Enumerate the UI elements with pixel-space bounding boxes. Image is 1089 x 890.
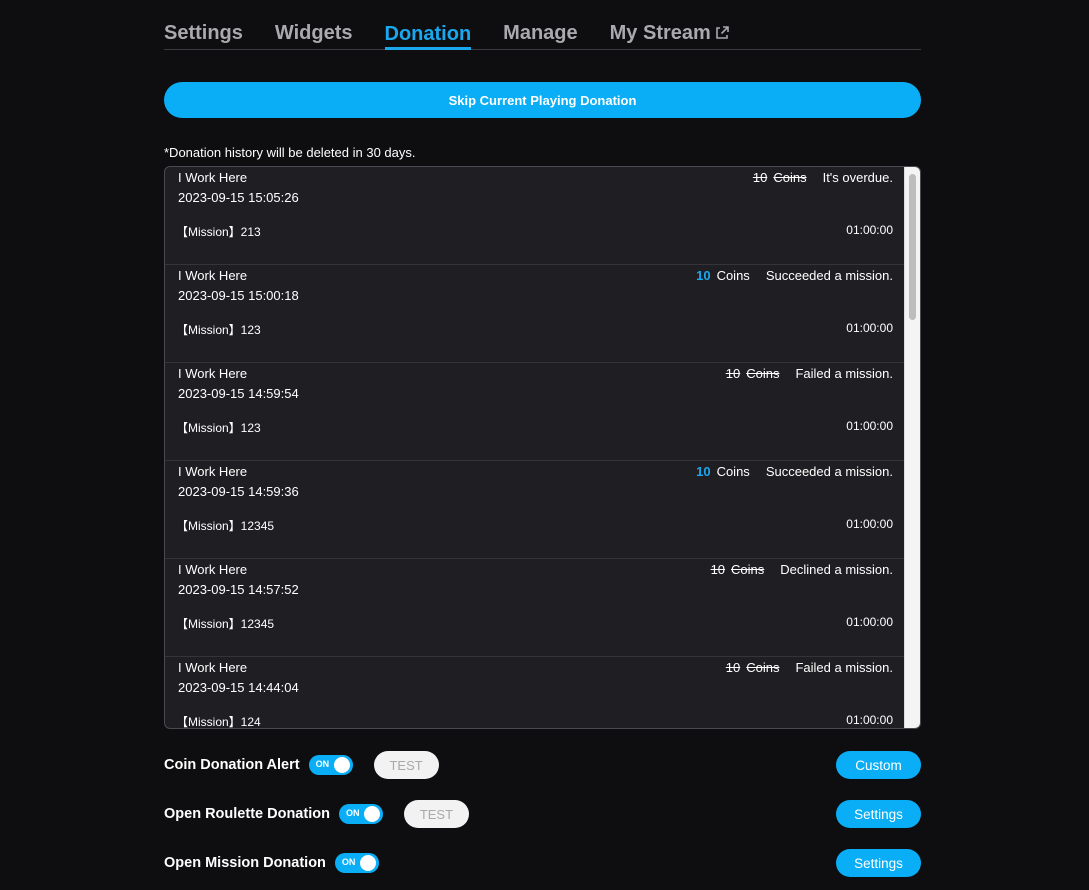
mission-title: 【Mission】123	[176, 421, 261, 435]
external-link-icon	[715, 26, 729, 39]
donation-page: Settings Widgets Donation Manage My Stre…	[164, 0, 921, 877]
donation-time: 2023-09-15 15:00:18	[178, 288, 299, 303]
history-notice: *Donation history will be deleted in 30 …	[164, 145, 416, 160]
toggle-state: ON	[341, 857, 356, 867]
history-item: I Work Here 2023-09-15 15:00:18 【Mission】1…	[165, 265, 905, 363]
mission-title: 【Mission】12345	[176, 617, 275, 631]
mission-title: 【Mission】123	[176, 323, 261, 337]
toggle-state: ON	[315, 759, 330, 769]
tab-settings[interactable]: Settings	[164, 22, 243, 49]
toggle-knob	[363, 806, 380, 822]
custom-button[interactable]: Custom	[836, 751, 921, 779]
mission-status: Failed a mission.	[795, 660, 893, 675]
coin-unit: Coins	[746, 366, 780, 381]
donation-time: 2023-09-15 14:59:54	[178, 386, 299, 401]
coin-amount: 10 Coins	[711, 562, 765, 577]
coin-unit: Coins	[773, 170, 807, 185]
history-item: I Work Here 2023-09-15 14:44:04 【Mission】1…	[165, 657, 905, 729]
mission-duration: 01:00:00	[846, 419, 893, 433]
mission-title: 【Mission】213	[176, 225, 261, 239]
donation-time: 2023-09-15 14:59:36	[178, 484, 299, 499]
donor-name: I Work Here	[178, 660, 248, 675]
history-scrollbar[interactable]	[904, 167, 920, 728]
mission-status: It's overdue.	[822, 170, 893, 185]
donor-name: I Work Here	[178, 464, 248, 479]
history-item: I Work Here 2023-09-15 14:59:54 【Mission】1…	[165, 363, 905, 461]
mission-donation-toggle[interactable]: ON	[334, 853, 379, 873]
donation-result: 10 Coins Succeeded a mission.	[696, 268, 893, 283]
donation-result: 10 Coins Failed a mission.	[726, 660, 893, 675]
row-label: Open Roulette Donation	[164, 806, 330, 822]
open-roulette-donation-row: Open Roulette Donation ON TEST Settings	[164, 799, 921, 829]
tab-manage[interactable]: Manage	[503, 22, 577, 49]
donation-history-list[interactable]: I Work Here 2023-09-15 15:05:26 【Mission】2…	[164, 166, 921, 729]
toggle-state: ON	[345, 808, 360, 818]
donation-result: 10 Coins Succeeded a mission.	[696, 464, 893, 479]
coin-amount: 10 Coins	[753, 170, 807, 185]
scroll-thumb[interactable]	[909, 174, 916, 320]
coin-donation-test-button[interactable]: TEST	[373, 751, 439, 779]
coin-count: 10	[696, 464, 711, 479]
mission-duration: 01:00:00	[846, 517, 893, 531]
mission-duration: 01:00:00	[846, 713, 893, 727]
history-item: I Work Here 2023-09-15 15:05:26 【Mission】2…	[165, 167, 905, 265]
donation-time: 2023-09-15 15:05:26	[178, 190, 299, 205]
roulette-settings-button[interactable]: Settings	[836, 800, 921, 828]
donation-time: 2023-09-15 14:57:52	[178, 582, 299, 597]
tab-label: Widgets	[274, 22, 353, 44]
donor-name: I Work Here	[178, 268, 248, 283]
roulette-test-button[interactable]: TEST	[403, 800, 469, 828]
coin-donation-alert-toggle[interactable]: ON	[308, 755, 353, 775]
roulette-donation-toggle[interactable]: ON	[338, 804, 383, 824]
mission-duration: 01:00:00	[846, 223, 893, 237]
skip-current-donation-button[interactable]: Skip Current Playing Donation	[164, 82, 921, 118]
mission-status: Declined a mission.	[780, 562, 893, 577]
tab-label: Donation	[384, 23, 472, 45]
mission-title: 【Mission】124	[176, 715, 261, 729]
tab-label: My Stream	[609, 22, 711, 44]
donation-time: 2023-09-15 14:44:04	[178, 680, 299, 695]
coin-unit: Coins	[716, 464, 750, 479]
donor-name: I Work Here	[178, 562, 248, 577]
tab-label: Manage	[503, 22, 578, 44]
donation-result: 10 Coins Failed a mission.	[726, 366, 893, 381]
coin-count: 10	[696, 268, 711, 283]
coin-unit: Coins	[716, 268, 750, 283]
toggle-knob	[333, 757, 350, 773]
row-label: Open Mission Donation	[164, 855, 326, 871]
tab-donation[interactable]: Donation	[384, 23, 472, 50]
mission-duration: 01:00:00	[846, 615, 893, 629]
donor-name: I Work Here	[178, 366, 248, 381]
donor-name: I Work Here	[178, 170, 248, 185]
coin-count: 10	[725, 366, 741, 381]
coin-amount: 10 Coins	[726, 366, 780, 381]
mission-status: Succeeded a mission.	[765, 268, 893, 283]
coin-amount: 10 Coins	[696, 268, 750, 283]
mission-status: Failed a mission.	[795, 366, 893, 381]
row-label: Coin Donation Alert	[164, 757, 300, 773]
coin-count: 10	[752, 170, 768, 185]
history-item: I Work Here 2023-09-15 14:59:36 【Mission】1…	[165, 461, 905, 559]
donation-result: 10 Coins It's overdue.	[753, 170, 893, 185]
tab-widgets[interactable]: Widgets	[275, 22, 353, 49]
tab-my-stream[interactable]: My Stream	[610, 22, 730, 49]
tab-bar: Settings Widgets Donation Manage My Stre…	[164, 0, 921, 50]
mission-settings-button[interactable]: Settings	[836, 849, 921, 877]
tab-label: Settings	[164, 22, 243, 44]
coin-count: 10	[725, 660, 741, 675]
coin-count: 10	[710, 562, 726, 577]
history-item: I Work Here 2023-09-15 14:57:52 【Mission】1…	[165, 559, 905, 657]
coin-unit: Coins	[746, 660, 780, 675]
history-items: I Work Here 2023-09-15 15:05:26 【Mission】2…	[165, 167, 905, 729]
toggle-knob	[359, 855, 376, 871]
mission-title: 【Mission】12345	[176, 519, 275, 533]
coin-unit: Coins	[731, 562, 765, 577]
mission-duration: 01:00:00	[846, 321, 893, 335]
coin-donation-alert-row: Coin Donation Alert ON TEST Custom	[164, 750, 921, 780]
coin-amount: 10 Coins	[726, 660, 780, 675]
donation-result: 10 Coins Declined a mission.	[711, 562, 893, 577]
open-mission-donation-row: Open Mission Donation ON Settings	[164, 848, 921, 878]
mission-status: Succeeded a mission.	[765, 464, 893, 479]
coin-amount: 10 Coins	[696, 464, 750, 479]
